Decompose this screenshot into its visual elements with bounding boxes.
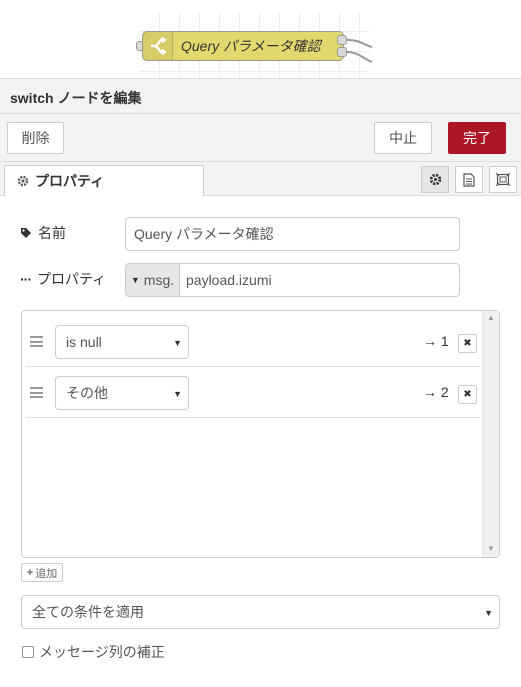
property-label: プロパティ [37,271,107,287]
plus-icon: + [26,566,34,579]
rule-row: その他 ▼ → 2 ✖ [26,367,480,418]
property-value[interactable]: payload.izumi [180,264,272,296]
flow-workspace: Query パラメータ確認 [0,0,521,78]
delete-button[interactable]: 削除 [7,122,64,154]
gear-icon [429,173,441,186]
done-button[interactable]: 完了 [448,122,506,154]
tray-title: switch ノードを編集 [0,79,521,114]
node-output-port-2[interactable] [337,47,347,57]
rules-list: is null ▼ → 1 ✖ その他 ▼ → 2 ✖ ▲ ▼ [21,310,500,558]
name-label: 名前 [38,225,66,241]
caret-down-icon: ▼ [173,389,182,399]
rule-output-label: → 1 [423,333,449,349]
document-icon [463,172,475,187]
gear-icon [17,175,29,187]
ellipsis-icon: ··· [20,271,32,287]
drag-handle-icon[interactable] [30,387,43,398]
recreate-sequence-label: メッセージ列の補正 [39,644,165,660]
caret-down-icon: ▼ [173,338,182,348]
name-input[interactable]: Query パラメータ確認 [125,217,460,251]
tab-properties-label: プロパティ [35,173,105,189]
property-type-selector[interactable]: ▼ msg. [126,264,180,296]
remove-rule-button[interactable]: ✖ [458,334,477,353]
caret-down-icon: ▼ [130,275,140,285]
scroll-down-icon[interactable]: ▼ [487,544,495,553]
tab-node-settings[interactable] [421,166,449,193]
drag-handle-icon[interactable] [30,336,43,347]
property-typed-input[interactable]: ▼ msg. payload.izumi [125,263,460,297]
add-rule-button[interactable]: + 追加 [21,563,63,582]
node-label: Query パラメータ確認 [181,38,321,54]
recreate-sequence-row: メッセージ列の補正 [22,642,165,662]
tag-icon [21,228,31,238]
frame-icon [496,173,510,186]
checking-mode-value: 全ての条件を適用 [32,604,144,620]
property-type: msg. [143,272,175,288]
recreate-sequence-checkbox[interactable] [22,646,34,658]
tray-toolbar: 削除 中止 完了 [0,114,521,162]
rule-operator-select[interactable]: その他 ▼ [55,376,189,410]
rule-operator-select[interactable]: is null ▼ [55,325,189,359]
scroll-up-icon[interactable]: ▲ [487,313,495,322]
checking-mode-select[interactable]: 全ての条件を適用 ▼ [21,595,500,629]
rule-row: is null ▼ → 1 ✖ [26,316,480,367]
rule-output-label: → 2 [423,384,449,400]
switch-node[interactable]: Query パラメータ確認 [142,31,344,61]
rule-operator-value: is null [66,334,102,350]
cancel-button[interactable]: 中止 [374,122,432,154]
caret-down-icon: ▼ [484,608,493,618]
rule-operator-value: その他 [66,385,108,401]
switch-icon [143,32,173,60]
tab-appearance[interactable] [489,166,517,193]
tab-bar: プロパティ [0,162,521,197]
tab-description[interactable] [455,166,483,193]
name-label-group: 名前 [20,223,66,243]
node-output-port-1[interactable] [337,35,347,45]
tab-properties[interactable]: プロパティ [4,165,204,197]
property-label-group: ··· プロパティ [20,269,106,289]
edit-tray: switch ノードを編集 削除 中止 完了 プロパティ 名前 Query パラ… [0,78,521,687]
remove-rule-button[interactable]: ✖ [458,385,477,404]
add-rule-label: 追加 [35,567,58,580]
rules-scrollbar[interactable]: ▲ ▼ [482,311,499,557]
